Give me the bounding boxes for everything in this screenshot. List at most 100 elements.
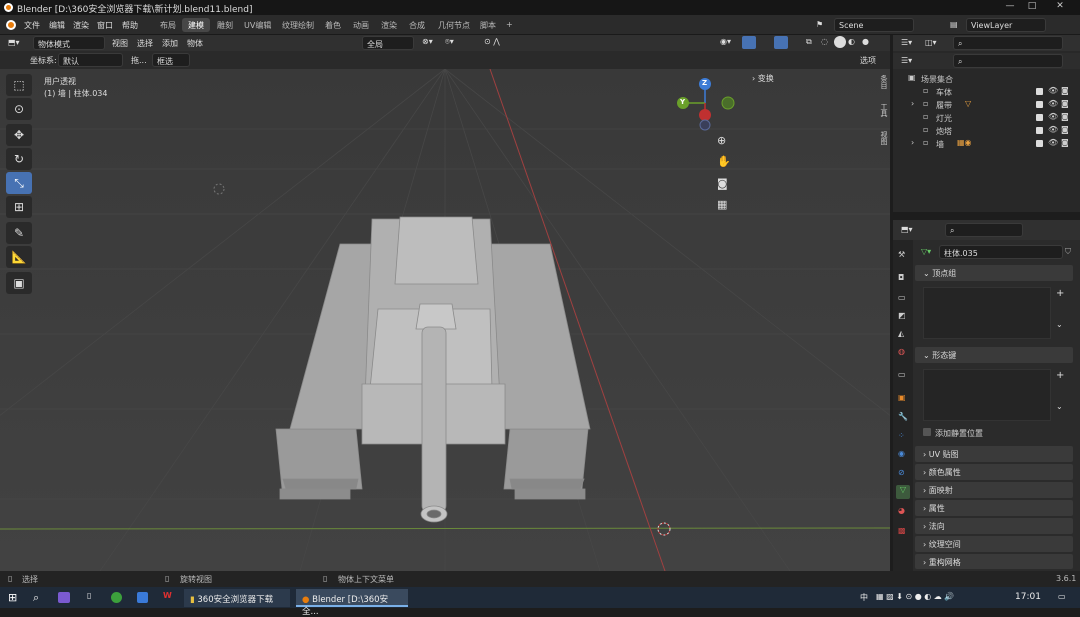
menu-help[interactable]: 帮助 bbox=[122, 20, 138, 31]
maximize-button[interactable]: □ bbox=[1022, 1, 1042, 11]
scene-tab-icon[interactable]: ◭ bbox=[898, 329, 904, 338]
outliner-search-input[interactable]: ⌕ bbox=[953, 36, 1063, 50]
xray-icon[interactable]: ⧉ bbox=[806, 37, 812, 47]
add-workspace-button[interactable]: + bbox=[500, 18, 519, 32]
constraints-tab-icon[interactable]: ⊘ bbox=[898, 468, 905, 477]
add-cube-tool-icon[interactable]: ▣ bbox=[6, 272, 32, 294]
drag-selector[interactable]: 拖... bbox=[131, 55, 147, 66]
search-icon[interactable]: ⌕ bbox=[33, 591, 39, 605]
tab-scripting[interactable]: 脚本 bbox=[474, 18, 502, 32]
options-menu[interactable]: 选项 bbox=[860, 55, 876, 66]
outliner-row[interactable]: ▫ 灯光 👁 ◙ bbox=[893, 111, 1080, 124]
panel-attributes[interactable]: › 属性 bbox=[915, 500, 1073, 516]
panel-normals[interactable]: › 法向 bbox=[915, 518, 1073, 534]
tab-uv-editing[interactable]: UV编辑 bbox=[238, 18, 277, 32]
output-tab-icon[interactable]: ▭ bbox=[898, 293, 906, 302]
3d-viewport[interactable]: Z Y 用户透视 (1) 墙 | 柱体.034 › 变换 ⊕ ✋ ◙ ▦ bbox=[0, 69, 890, 571]
scene-collection-row[interactable]: ▣ 场景集合 bbox=[893, 72, 1080, 85]
render-tab-icon[interactable]: ◘ bbox=[898, 273, 904, 282]
proportional-icon[interactable]: ⊙ ⋀ bbox=[484, 37, 500, 46]
panel-color-attributes[interactable]: › 颜色属性 bbox=[915, 464, 1073, 480]
rest-position-checkbox[interactable] bbox=[923, 428, 931, 436]
tab-geometry-nodes[interactable]: 几何节点 bbox=[432, 18, 476, 32]
view-layer-tab-icon[interactable]: ◩ bbox=[898, 311, 906, 320]
viewlayer-selector[interactable]: ViewLayer bbox=[966, 18, 1046, 32]
panel-remesh[interactable]: › 重构网格 bbox=[915, 554, 1073, 569]
close-button[interactable]: ✕ bbox=[1050, 1, 1070, 11]
properties-search-input[interactable]: ⌕ bbox=[945, 223, 1023, 237]
vertex-group-menu-icon[interactable]: ⌄ bbox=[1056, 320, 1063, 329]
panel-vertex-groups[interactable]: ⌄ 顶点组 bbox=[915, 265, 1073, 281]
select-box-tool-icon[interactable]: ⬚ bbox=[6, 74, 32, 96]
outliner-filter-input[interactable]: ⌕ bbox=[953, 54, 1063, 68]
cursor-tool-icon[interactable]: ⊙ bbox=[6, 98, 32, 120]
tab-animation[interactable]: 动画 bbox=[347, 18, 375, 32]
world-tab-icon[interactable]: ◍ bbox=[898, 347, 905, 356]
gizmo-toggle-icon[interactable] bbox=[742, 36, 756, 49]
tab-sculpt[interactable]: 雕刻 bbox=[211, 18, 239, 32]
tab-texture-paint[interactable]: 纹理绘制 bbox=[276, 18, 320, 32]
rotate-tool-icon[interactable]: ↻ bbox=[6, 148, 32, 170]
properties-editor-icon[interactable]: ⬒▾ bbox=[901, 225, 913, 234]
tab-layout[interactable]: 布局 bbox=[154, 18, 182, 32]
menu-object[interactable]: 物体 bbox=[187, 38, 203, 49]
visible-checkbox[interactable] bbox=[1036, 114, 1043, 121]
tab-rendering[interactable]: 渲染 bbox=[375, 18, 403, 32]
tab-item[interactable]: 条目 bbox=[879, 75, 889, 89]
tab-view[interactable]: 视图 bbox=[879, 131, 889, 145]
mesh-name-field[interactable]: 柱体.035 bbox=[939, 245, 1063, 259]
add-vertex-group-button[interactable]: + bbox=[1056, 288, 1064, 299]
data-tab-icon[interactable]: ▽ bbox=[896, 485, 910, 499]
outliner-row[interactable]: ▫ 炮塔 👁 ◙ bbox=[893, 124, 1080, 137]
shape-key-list[interactable] bbox=[923, 369, 1051, 421]
tab-modeling[interactable]: 建模 bbox=[182, 18, 210, 32]
ai-app-icon[interactable] bbox=[58, 592, 70, 603]
zoom-icon[interactable]: ⊕ bbox=[717, 134, 726, 147]
texture-tab-icon[interactable]: ▩ bbox=[898, 526, 906, 535]
material-tab-icon[interactable]: ◕ bbox=[898, 506, 905, 515]
snap-icon[interactable]: ⌾▾ bbox=[445, 37, 454, 47]
ortho-grid-icon[interactable]: ▦ bbox=[717, 198, 727, 211]
pan-hand-icon[interactable]: ✋ bbox=[717, 155, 731, 168]
tool-tab-icon[interactable]: ⚒ bbox=[898, 250, 905, 259]
add-shape-key-button[interactable]: + bbox=[1056, 370, 1064, 381]
vertex-group-list[interactable] bbox=[923, 287, 1051, 339]
file-app-icon[interactable]: ▯ bbox=[87, 591, 91, 600]
menu-view[interactable]: 视图 bbox=[112, 38, 128, 49]
transform-panel[interactable]: › 变换 bbox=[752, 73, 774, 84]
modifier-tab-icon[interactable]: 🔧 bbox=[898, 412, 908, 421]
outliner-row[interactable]: › ▫ 墙 ▦◉ 👁 ◙ bbox=[893, 137, 1080, 150]
particles-tab-icon[interactable]: ⁘ bbox=[898, 431, 905, 440]
menu-add[interactable]: 添加 bbox=[162, 38, 178, 49]
outliner-row[interactable]: › ▫ 履带 ▽ 👁 ◙ bbox=[893, 98, 1080, 111]
menu-edit[interactable]: 编辑 bbox=[49, 20, 65, 31]
camera-icon[interactable]: ◙ bbox=[717, 177, 728, 190]
taskbar-blender[interactable]: ● Blender [D:\360安全... bbox=[296, 589, 408, 617]
display-mode-icon[interactable]: ◫▾ bbox=[925, 38, 937, 47]
editor-type-icon[interactable]: ⬒▾ bbox=[8, 38, 20, 47]
mail-app-icon[interactable] bbox=[137, 592, 148, 603]
scene-selector[interactable]: Scene bbox=[834, 18, 914, 32]
visible-checkbox[interactable] bbox=[1036, 101, 1043, 108]
transform-tool-icon[interactable]: ⊞ bbox=[6, 196, 32, 218]
solid-shading-icon[interactable] bbox=[834, 36, 846, 48]
material-shading-icon[interactable]: ◐ bbox=[848, 37, 855, 46]
panel-texture-space[interactable]: › 纹理空间 bbox=[915, 536, 1073, 552]
tab-shading[interactable]: 着色 bbox=[319, 18, 347, 32]
physics-tab-icon[interactable]: ◉ bbox=[898, 449, 905, 458]
orientation-selector[interactable]: 全局 bbox=[362, 36, 414, 50]
visibility-icon[interactable]: ◉▾ bbox=[720, 37, 731, 46]
taskbar-browser-folder[interactable]: ▮ 360安全浏览器下载 bbox=[184, 589, 290, 607]
visible-checkbox[interactable] bbox=[1036, 127, 1043, 134]
menu-window[interactable]: 窗口 bbox=[97, 20, 113, 31]
mode-selector[interactable]: 物体模式 bbox=[33, 36, 105, 50]
menu-file[interactable]: 文件 bbox=[24, 20, 40, 31]
menu-select[interactable]: 选择 bbox=[137, 38, 153, 49]
blender-menu-icon[interactable] bbox=[6, 20, 16, 30]
coord-selector[interactable]: 默认 bbox=[58, 53, 123, 67]
overlay-toggle-icon[interactable] bbox=[774, 36, 788, 49]
minimize-button[interactable]: — bbox=[1000, 1, 1020, 11]
gizmo-y-label[interactable]: Y bbox=[680, 98, 685, 106]
fake-user-icon[interactable]: ⛉ bbox=[1065, 247, 1071, 257]
tab-compositing[interactable]: 合成 bbox=[403, 18, 431, 32]
